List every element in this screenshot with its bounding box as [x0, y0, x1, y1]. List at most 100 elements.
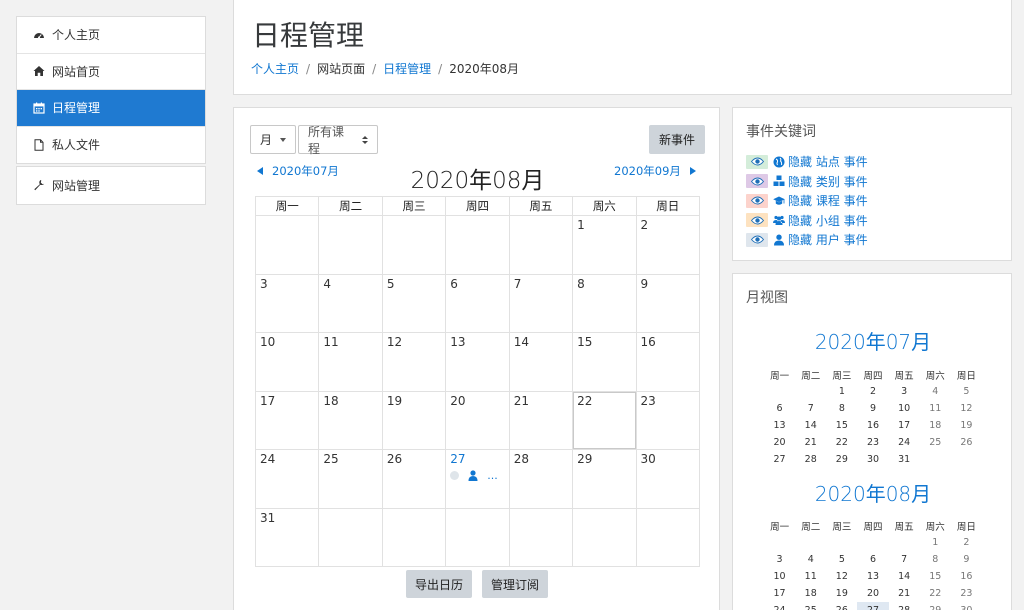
eye-icon[interactable] [746, 174, 768, 188]
calendar-day-cell[interactable]: 12 [381, 332, 447, 392]
mini-day-cell: 25 [795, 602, 826, 610]
calendar-day-cell[interactable]: 3 [254, 273, 320, 333]
mini-week-row: 13 14 15 16 17 18 19 [764, 417, 982, 434]
day-number: 31 [260, 510, 276, 525]
day-number: 30 [640, 452, 656, 466]
day-number: 20 [450, 393, 466, 408]
breadcrumb-dashboard[interactable]: 个人主页 [251, 60, 299, 77]
mini-month-title[interactable]: 2020年08月 [733, 478, 1013, 507]
calendar-week-row: 3 4 5 6 7 8 9 [254, 273, 701, 333]
calendar-day-cell[interactable]: 1 [572, 215, 637, 275]
graduation-cap-icon [773, 195, 785, 207]
calendar-day-cell[interactable]: 30 [635, 449, 701, 509]
calendar-day-cell[interactable]: 25 [318, 449, 383, 509]
nav-item-private-files[interactable]: 私人文件 [17, 127, 205, 164]
eye-icon[interactable] [746, 154, 768, 169]
mini-day-cell: 15 [929, 571, 942, 582]
day-number: 25 [323, 452, 339, 466]
mini-day-cell: 27 [773, 454, 786, 465]
manage-subscriptions-button[interactable]: 管理订阅 [482, 570, 548, 598]
nav-item-site-admin[interactable]: 网站管理 [17, 167, 205, 204]
weekday-header: 周六 [572, 196, 637, 216]
calendar-day-cell[interactable]: 11 [318, 332, 383, 392]
mini-day-cell: 9 [869, 403, 877, 414]
mini-weekday-header: 周五 [894, 370, 914, 382]
calendar-day-cell[interactable]: 27... [445, 449, 510, 509]
mini-month-title[interactable]: 2020年07月 [733, 326, 1013, 355]
calendar-day-cell[interactable]: 20 [445, 390, 510, 450]
mini-day-cell: 18 [929, 420, 942, 431]
eye-icon[interactable] [746, 232, 768, 247]
nav-item-calendar[interactable]: 日程管理 [17, 90, 205, 127]
calendar-day-cell[interactable]: 4 [318, 273, 383, 333]
mini-week-row: 6 7 8 9 10 11 12 [764, 400, 982, 417]
day-number: 1 [577, 218, 585, 232]
mini-day-cell: 3 [901, 386, 908, 397]
event-keyword-toggle[interactable]: 隐藏 类别 事件 [746, 173, 868, 190]
event-keyword-toggle[interactable]: 隐藏 用户 事件 [746, 231, 868, 248]
event-keyword-label[interactable]: 隐藏 小组 事件 [788, 212, 868, 229]
mini-day-cell: 5 [838, 554, 845, 565]
calendar-day-cell[interactable]: 26 [381, 449, 447, 509]
calendar-day-cell[interactable]: 18 [318, 390, 383, 450]
month-view-block: 月视图 2020年07月 周一 周二 周三 周四 周五 周六 周日 1 2 3 4 5 6 7 8 9 10 11… [732, 273, 1012, 610]
mini-empty-cell [795, 534, 826, 551]
event-keyword-label[interactable]: 隐藏 类别 事件 [788, 173, 868, 190]
breadcrumb-calendar[interactable]: 日程管理 [383, 60, 431, 77]
course-select[interactable]: 所有课程 [298, 125, 378, 156]
nav-item-dashboard[interactable]: 个人主页 [17, 17, 205, 54]
calendar-day-cell[interactable]: 9 [635, 273, 701, 333]
calendar-day-cell[interactable]: 10 [254, 332, 320, 392]
event-keyword-label[interactable]: 隐藏 站点 事件 [788, 153, 868, 170]
eye-icon[interactable] [746, 193, 768, 208]
mini-day-cell: 8 [838, 403, 845, 414]
day-number[interactable]: 27 [450, 452, 465, 466]
export-calendar-button[interactable]: 导出日历 [406, 570, 472, 598]
eye-icon[interactable] [746, 213, 768, 227]
calendar-day-cell[interactable]: 5 [381, 273, 447, 333]
calendar-day-cell[interactable]: 28 [508, 449, 574, 509]
mini-day-cell: 4 [932, 386, 939, 397]
new-event-button[interactable]: 新事件 [649, 125, 705, 154]
calendar-day-cell[interactable]: 31 [254, 507, 320, 567]
event-markers[interactable]: ... [450, 469, 498, 482]
mini-day-cell: 8 [932, 554, 939, 565]
next-month-link[interactable]: 2020年09月 [614, 163, 696, 179]
calendar-day-cell[interactable]: 2 [635, 215, 701, 275]
calendar-day-cell[interactable]: 13 [445, 332, 510, 392]
calendar-day-cell[interactable]: 21 [508, 390, 574, 450]
calendar-day-cell[interactable]: 29 [572, 449, 637, 509]
breadcrumb-site-pages: 网站页面 [317, 62, 366, 76]
day-number: 3 [260, 276, 268, 291]
calendar-day-cell[interactable]: 14 [508, 332, 574, 392]
mini-day-cell: 6 [776, 403, 783, 414]
calendar-day-cell[interactable]: 7 [508, 273, 574, 333]
mini-calendar-july: 周一 周二 周三 周四 周五 周六 周日 1 2 3 4 5 6 7 8 9 10 11 12 13 14 15 16 17 1… [764, 366, 982, 468]
weekday-header: 周一 [254, 196, 320, 216]
calendar-day-cell[interactable]: 22 [572, 390, 637, 450]
event-keyword-toggle[interactable]: 隐藏 小组 事件 [746, 212, 868, 229]
event-keyword-label[interactable]: 隐藏 课程 事件 [788, 192, 868, 209]
calendar-day-cell[interactable]: 8 [572, 273, 637, 333]
mini-day-cell: 21 [804, 437, 817, 448]
mini-weekday-header: 周四 [863, 521, 883, 533]
calendar-day-cell[interactable]: 15 [572, 332, 637, 392]
calendar-day-cell[interactable]: 24 [254, 449, 320, 509]
breadcrumb-current-month: 2020年08月 [449, 62, 519, 76]
mini-day-cell: 23 [960, 588, 973, 599]
more-events-link[interactable]: ... [487, 469, 498, 482]
calendar-day-cell[interactable]: 19 [381, 390, 447, 450]
event-keyword-label[interactable]: 隐藏 用户 事件 [788, 231, 868, 248]
calendar-day-cell[interactable]: 6 [445, 273, 510, 333]
mini-weekday-header: 周六 [925, 370, 945, 382]
calendar-day-cell[interactable]: 17 [254, 390, 320, 450]
nav-item-home[interactable]: 网站首页 [17, 54, 205, 90]
event-keyword-toggle[interactable]: 隐藏 站点 事件 [746, 153, 868, 170]
breadcrumb-separator: / [438, 61, 443, 76]
breadcrumb: 个人主页 / 网站页面 / 日程管理 / 2020年08月 [251, 60, 519, 77]
calendar-day-cell[interactable]: 23 [635, 390, 701, 450]
view-select[interactable]: 月 [250, 125, 296, 154]
event-keyword-toggle[interactable]: 隐藏 课程 事件 [746, 192, 868, 209]
calendar-day-cell[interactable]: 16 [635, 332, 701, 392]
mini-day-cell: 10 [898, 403, 911, 414]
